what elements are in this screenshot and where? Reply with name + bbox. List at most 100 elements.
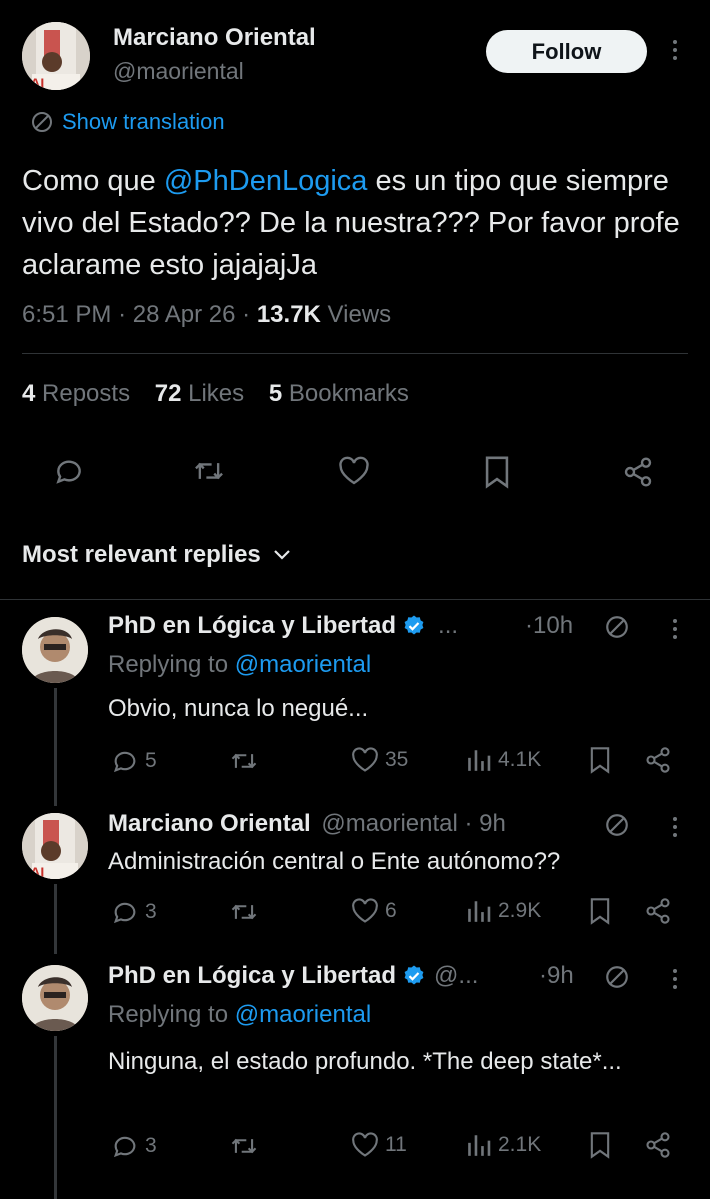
bookmark-button[interactable] (482, 455, 512, 494)
translate-icon[interactable] (604, 964, 630, 990)
like-icon (338, 456, 370, 486)
share-button[interactable] (622, 456, 654, 493)
sort-selector[interactable]: Most relevant replies (22, 541, 291, 569)
thread-line (54, 884, 57, 954)
repost-icon (229, 898, 259, 926)
replying-to: Replying to @maoriental (108, 651, 371, 679)
svg-text:PAI: PAI (22, 75, 44, 90)
like-button[interactable] (338, 456, 370, 491)
more-icon[interactable] (672, 969, 678, 989)
reply-header: PhD en Lógica y Libertad ... (108, 612, 458, 640)
reply-handle[interactable]: ... (438, 612, 458, 640)
tweet-mention[interactable]: @PhDenLogica (164, 165, 368, 197)
chevron-down-icon (273, 549, 291, 561)
more-icon[interactable] (672, 619, 678, 639)
reply-count-button[interactable]: 5 (111, 747, 157, 775)
views-icon (466, 747, 492, 773)
likes-stat[interactable]: 72 Likes (155, 380, 244, 407)
author-avatar[interactable]: PAI (22, 22, 90, 90)
replying-to-handle[interactable]: @maoriental (235, 651, 371, 678)
thread-line (54, 688, 57, 806)
repost-icon (229, 1132, 259, 1160)
reply-count: 5 (145, 749, 157, 772)
repost-icon (229, 747, 259, 775)
tweet-time[interactable]: 6:51 PM (22, 301, 111, 328)
sort-label: Most relevant replies (22, 541, 261, 568)
like-icon (351, 1132, 379, 1158)
repost-count-button[interactable] (229, 1132, 265, 1160)
bookmark-icon[interactable] (588, 897, 612, 925)
like-count-button[interactable]: 35 (351, 747, 408, 773)
repost-icon (192, 455, 226, 487)
views-count: 13.7K (256, 301, 321, 328)
reply-icon (111, 898, 139, 926)
views-label: Views (327, 301, 392, 328)
views-count-button[interactable]: 2.9K (466, 898, 541, 924)
like-count-button[interactable]: 11 (351, 1132, 407, 1158)
reply-handle[interactable]: @... (434, 962, 478, 990)
reply-count-button[interactable]: 3 (111, 898, 157, 926)
reply-author-name[interactable]: Marciano Oriental (108, 810, 311, 837)
like-icon (351, 747, 379, 773)
tweet-meta: 6:51 PM · 28 Apr 26 · 13.7K Views (22, 301, 391, 329)
bookmark-icon[interactable] (588, 1131, 612, 1159)
reposts-stat[interactable]: 4 Reposts (22, 380, 130, 407)
author-name[interactable]: Marciano Oriental (113, 24, 316, 52)
share-icon[interactable] (644, 897, 672, 925)
more-icon[interactable] (672, 817, 678, 837)
reply-time-value: 9h (547, 962, 574, 989)
thread-line (54, 1036, 57, 1199)
reply-icon (111, 1132, 139, 1160)
divider (0, 599, 710, 600)
meta-separator: · (118, 301, 133, 328)
engagement-stats: 4 Reposts 72 Likes 5 Bookmarks (22, 380, 409, 408)
show-translation-link[interactable]: Show translation (30, 109, 225, 135)
views-icon (466, 898, 492, 924)
reply-author-name[interactable]: PhD en Lógica y Libertad (108, 612, 396, 640)
likes-label: Likes (188, 380, 245, 407)
author-handle[interactable]: @maoriental (113, 58, 244, 85)
reply-avatar[interactable] (22, 965, 88, 1031)
reply-handle[interactable]: @maoriental (321, 810, 457, 837)
tweet-date[interactable]: 28 Apr 26 (133, 301, 236, 328)
more-icon[interactable] (672, 40, 678, 60)
reply-text: Administración central o Ente autónomo?? (108, 848, 561, 875)
svg-text:PAI: PAI (22, 864, 44, 879)
share-icon[interactable] (644, 746, 672, 774)
share-icon[interactable] (644, 1131, 672, 1159)
bookmarks-label: Bookmarks (288, 380, 409, 407)
replying-to-handle[interactable]: @maoriental (235, 1001, 371, 1028)
like-icon (351, 898, 379, 924)
reply-avatar[interactable]: PAI (22, 813, 88, 879)
reply-time[interactable]: · 9h (458, 810, 505, 837)
reply-button[interactable] (53, 455, 85, 492)
reply-header: PhD en Lógica y Libertad @... (108, 962, 478, 990)
repost-button[interactable] (192, 455, 226, 492)
replying-to: Replying to @maoriental (108, 1001, 371, 1029)
repost-count-button[interactable] (229, 898, 265, 926)
reply-count-button[interactable]: 3 (111, 1132, 157, 1160)
tweet-text: Como que @PhDenLogica es un tipo que sie… (22, 160, 692, 286)
reply-text: Obvio, nunca lo negué... (108, 695, 369, 722)
verified-icon (402, 964, 426, 988)
verified-icon (402, 614, 426, 638)
reply-avatar[interactable] (22, 617, 88, 683)
follow-button[interactable]: Follow (486, 30, 647, 73)
bookmark-icon[interactable] (588, 746, 612, 774)
reposts-count: 4 (22, 380, 36, 407)
reply-time[interactable]: ·10h (525, 612, 573, 640)
translate-icon[interactable] (604, 812, 630, 838)
bookmarks-stat[interactable]: 5 Bookmarks (269, 380, 409, 407)
share-icon (622, 456, 654, 488)
reply-author-name[interactable]: PhD en Lógica y Libertad (108, 962, 396, 990)
views-count-button[interactable]: 2.1K (466, 1132, 541, 1158)
reply-icon (53, 455, 85, 487)
like-count-button[interactable]: 6 (351, 898, 397, 924)
bookmarks-count: 5 (268, 380, 283, 407)
reply-time[interactable]: ·9h (539, 962, 574, 990)
meta-separator: · (242, 301, 257, 328)
reply-header: Marciano Oriental @maoriental · 9h (108, 810, 506, 838)
translate-icon[interactable] (604, 614, 630, 640)
repost-count-button[interactable] (229, 747, 265, 775)
views-count-button[interactable]: 4.1K (466, 747, 541, 773)
